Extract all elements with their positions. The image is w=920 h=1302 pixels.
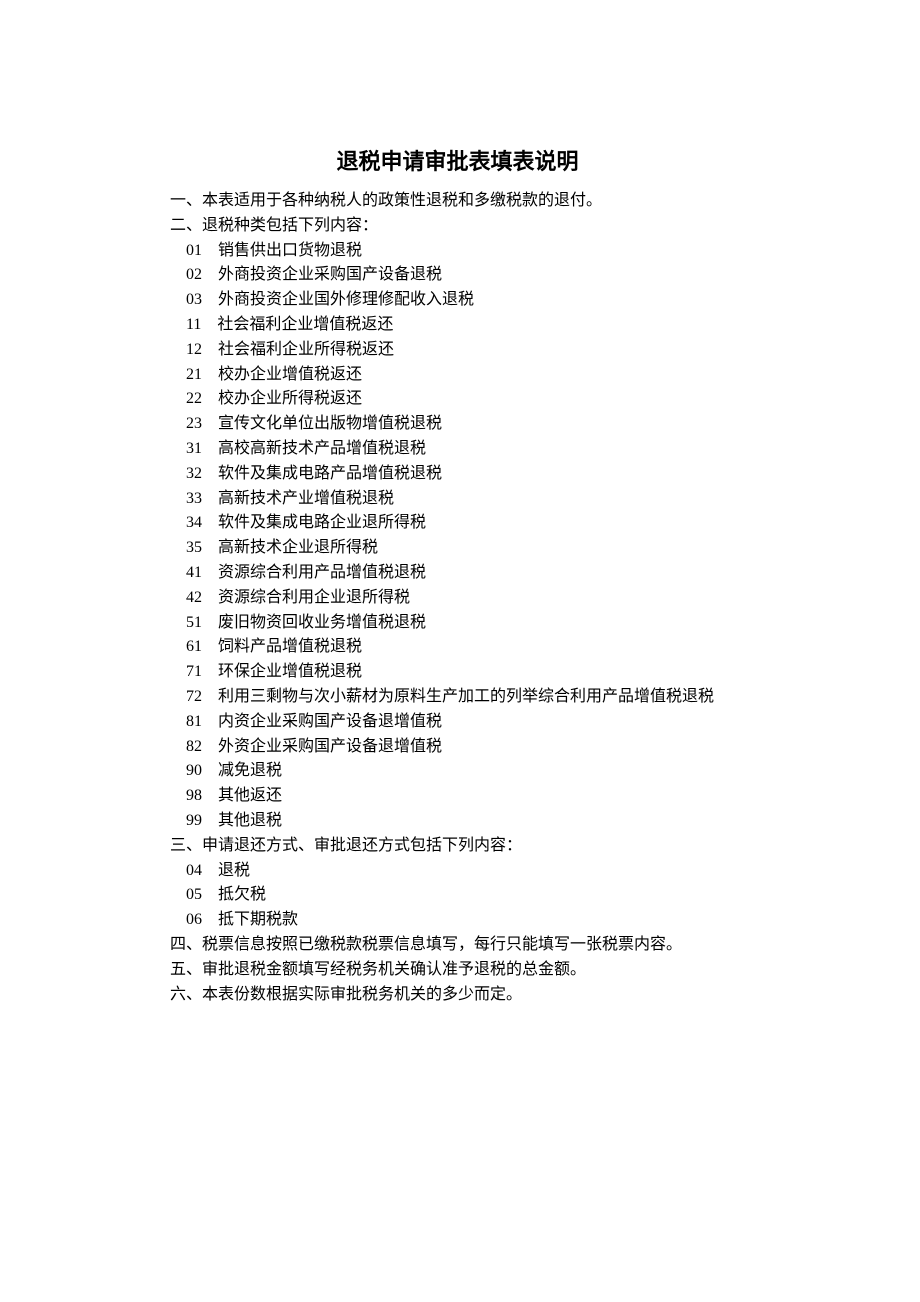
code-item: 01 销售供出口货物退税	[170, 239, 745, 264]
code-item: 98 其他返还	[170, 784, 745, 809]
codes-section-2: 01 销售供出口货物退税 02 外商投资企业采购国产设备退税 03 外商投资企业…	[170, 239, 745, 834]
document-title: 退税申请审批表填表说明	[170, 145, 745, 179]
code-item: 21 校办企业增值税返还	[170, 363, 745, 388]
code-item: 03 外商投资企业国外修理修配收入退税	[170, 288, 745, 313]
code-item: 34 软件及集成电路企业退所得税	[170, 511, 745, 536]
code-item: 22 校办企业所得税返还	[170, 387, 745, 412]
code-item: 02 外商投资企业采购国产设备退税	[170, 263, 745, 288]
code-item: 51 废旧物资回收业务增值税退税	[170, 611, 745, 636]
code-item: 31 高校高新技术产品增值税退税	[170, 437, 745, 462]
code-item: 71 环保企业增值税退税	[170, 660, 745, 685]
code-item: 90 减免退税	[170, 759, 745, 784]
code-item: 05 抵欠税	[170, 883, 745, 908]
codes-section-3: 04 退税 05 抵欠税 06 抵下期税款	[170, 859, 745, 933]
code-item: 41 资源综合利用产品增值税退税	[170, 561, 745, 586]
code-item: 35 高新技术企业退所得税	[170, 536, 745, 561]
code-item: 81 内资企业采购国产设备退增值税	[170, 710, 745, 735]
code-item: 32 软件及集成电路产品增值税退税	[170, 462, 745, 487]
code-item: 04 退税	[170, 859, 745, 884]
code-item: 82 外资企业采购国产设备退增值税	[170, 735, 745, 760]
code-item: 06 抵下期税款	[170, 908, 745, 933]
code-item: 12 社会福利企业所得税返还	[170, 338, 745, 363]
paragraph-6: 六、本表份数根据实际审批税务机关的多少而定。	[170, 983, 745, 1008]
code-item: 23 宣传文化单位出版物增值税退税	[170, 412, 745, 437]
code-item: 72 利用三剩物与次小薪材为原料生产加工的列举综合利用产品增值税退税	[170, 685, 745, 710]
code-item: 61 饲料产品增值税退税	[170, 635, 745, 660]
paragraph-5: 五、审批退税金额填写经税务机关确认准予退税的总金额。	[170, 958, 745, 983]
paragraph-2-head: 二、退税种类包括下列内容：	[170, 214, 745, 239]
code-item: 33 高新技术产业增值税退税	[170, 487, 745, 512]
code-item: 99 其他退税	[170, 809, 745, 834]
code-item: 11 社会福利企业增值税返还	[170, 313, 745, 338]
paragraph-4: 四、税票信息按照已缴税款税票信息填写，每行只能填写一张税票内容。	[170, 933, 745, 958]
paragraph-3-head: 三、申请退还方式、审批退还方式包括下列内容：	[170, 834, 745, 859]
paragraph-1: 一、本表适用于各种纳税人的政策性退税和多缴税款的退付。	[170, 189, 745, 214]
code-item: 42 资源综合利用企业退所得税	[170, 586, 745, 611]
